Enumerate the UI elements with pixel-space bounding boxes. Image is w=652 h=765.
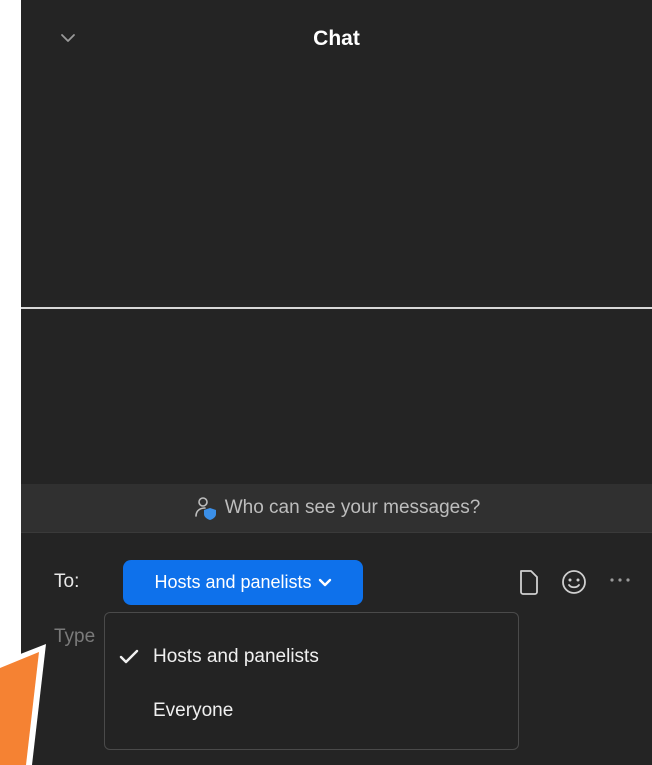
message-input[interactable]: Type xyxy=(54,626,95,648)
page-title: Chat xyxy=(313,27,360,50)
chevron-down-icon xyxy=(318,578,331,586)
dropdown-option-label: Hosts and panelists xyxy=(153,646,319,667)
chat-panel: Chat Who can see your messages? To: Host… xyxy=(21,0,652,765)
more-icon[interactable] xyxy=(608,576,632,584)
recipient-row: To: Hosts and panelists xyxy=(54,560,652,605)
emoji-icon[interactable] xyxy=(560,568,588,596)
checkmark-icon xyxy=(119,649,139,664)
dropdown-option-hosts-and-panelists[interactable]: Hosts and panelists xyxy=(105,637,518,677)
chat-header: Chat xyxy=(21,0,652,80)
recipient-dropdown-button[interactable]: Hosts and panelists xyxy=(123,560,363,605)
dropdown-option-everyone[interactable]: Everyone xyxy=(105,691,518,731)
visibility-notice-text: Who can see your messages? xyxy=(224,497,481,518)
visibility-notice[interactable]: Who can see your messages? xyxy=(21,484,652,533)
user-shield-icon xyxy=(194,497,216,520)
annotation-arrow xyxy=(0,644,46,765)
recipient-selected-label: Hosts and panelists xyxy=(154,572,312,592)
to-label: To: xyxy=(54,571,80,592)
divider xyxy=(21,307,652,309)
dropdown-option-label: Everyone xyxy=(153,700,234,721)
recipient-dropdown-menu: Hosts and panelists Everyone xyxy=(104,612,519,750)
file-icon[interactable] xyxy=(517,568,541,596)
